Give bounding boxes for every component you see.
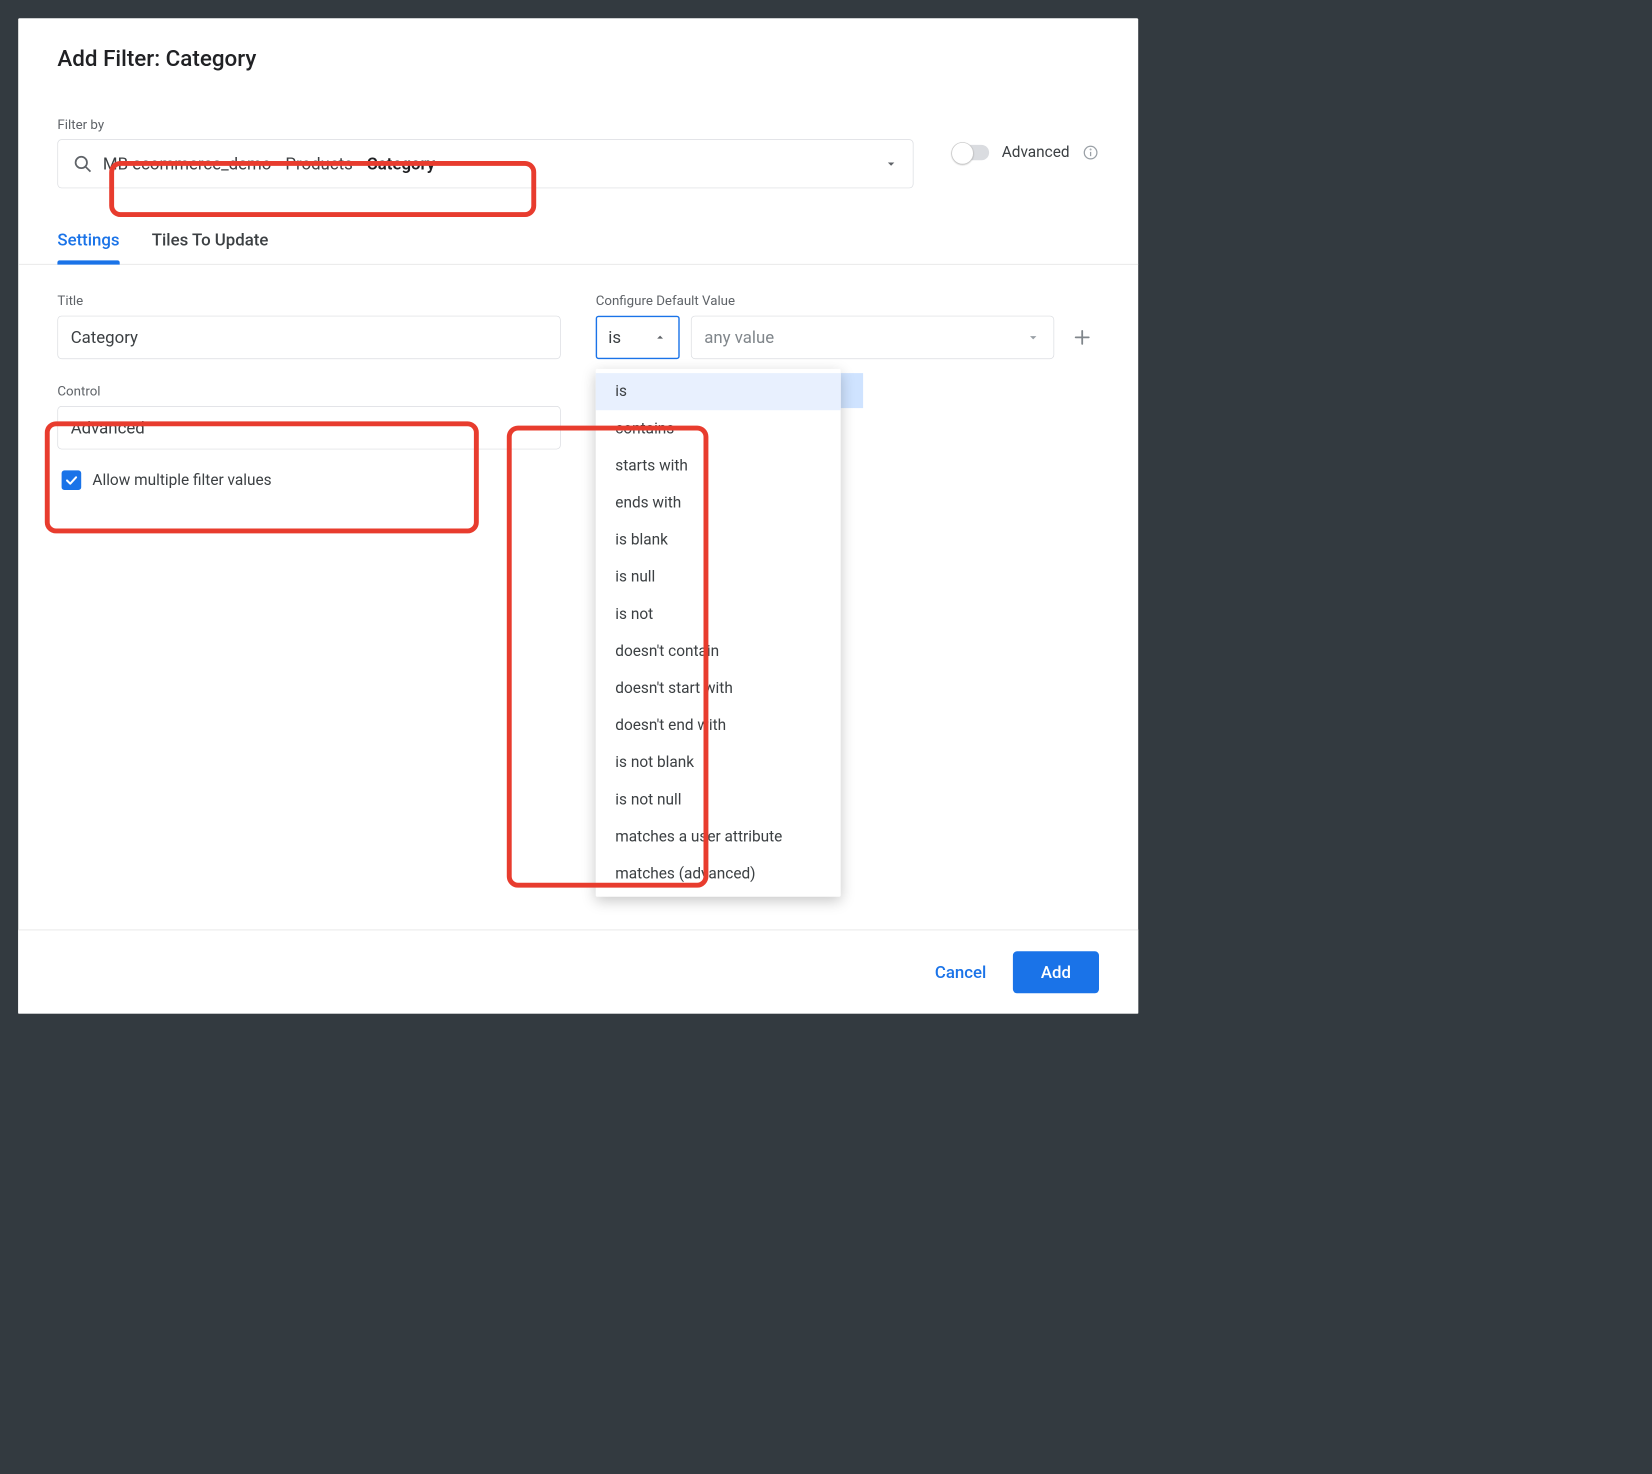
info-icon[interactable] bbox=[1082, 144, 1099, 161]
right-column: Configure Default Value is any value bbox=[596, 293, 1099, 360]
operator-option[interactable]: is not blank bbox=[596, 744, 841, 781]
operator-option[interactable]: ends with bbox=[596, 484, 841, 521]
title-input-value: Category bbox=[71, 328, 138, 348]
add-button[interactable]: Add bbox=[1013, 951, 1099, 993]
tabs: Settings Tiles To Update bbox=[18, 230, 1138, 264]
configure-default-value-label: Configure Default Value bbox=[596, 293, 1099, 309]
operator-option[interactable]: is not bbox=[596, 596, 841, 633]
operator-select[interactable]: is bbox=[596, 316, 680, 359]
title-label: Title bbox=[57, 293, 560, 309]
tab-settings[interactable]: Settings bbox=[57, 230, 119, 264]
add-condition-button[interactable] bbox=[1065, 321, 1099, 355]
left-column: Title Category Control Advanced Allow mu… bbox=[57, 293, 560, 490]
caret-down-icon bbox=[1026, 330, 1041, 345]
operator-option[interactable]: is null bbox=[596, 559, 841, 596]
control-label: Control bbox=[57, 383, 560, 399]
cancel-button[interactable]: Cancel bbox=[935, 962, 986, 982]
filter-by-row: Filter by MB ecommerce_demo • Products •… bbox=[18, 116, 1138, 188]
advanced-toggle-block: Advanced bbox=[953, 144, 1099, 162]
default-value-row: is any value iscontainsstarts withends w… bbox=[596, 316, 1099, 359]
search-icon bbox=[72, 153, 93, 174]
operator-option[interactable]: is bbox=[596, 373, 841, 410]
value-select[interactable]: any value bbox=[691, 316, 1054, 359]
operator-option[interactable]: doesn't start with bbox=[596, 670, 841, 707]
operator-option[interactable]: starts with bbox=[596, 447, 841, 484]
filter-by-label: Filter by bbox=[57, 116, 913, 132]
filter-by-path-field: Category bbox=[367, 154, 435, 174]
operator-option[interactable]: is blank bbox=[596, 522, 841, 559]
operator-option[interactable]: is not null bbox=[596, 781, 841, 818]
operator-select-value: is bbox=[608, 328, 621, 348]
caret-down-icon bbox=[532, 420, 547, 435]
control-select[interactable]: Advanced bbox=[57, 406, 560, 449]
filter-by-path: MB ecommerce_demo • Products • Category bbox=[103, 154, 884, 174]
add-filter-dialog: Add Filter: Category Filter by MB ecomme… bbox=[18, 18, 1138, 1013]
operator-dropdown: iscontainsstarts withends withis blankis… bbox=[596, 369, 841, 897]
filter-by-column: Filter by MB ecommerce_demo • Products •… bbox=[57, 116, 913, 188]
value-select-placeholder: any value bbox=[704, 328, 774, 348]
operator-option[interactable]: matches a user attribute bbox=[596, 818, 841, 855]
operator-option[interactable]: doesn't contain bbox=[596, 633, 841, 670]
operator-option[interactable]: doesn't end with bbox=[596, 707, 841, 744]
filter-by-select[interactable]: MB ecommerce_demo • Products • Category bbox=[57, 139, 913, 188]
allow-multiple-label: Allow multiple filter values bbox=[92, 471, 271, 489]
settings-body: Title Category Control Advanced Allow mu… bbox=[18, 265, 1138, 490]
advanced-toggle-label: Advanced bbox=[1002, 144, 1070, 162]
control-select-value: Advanced bbox=[71, 418, 145, 438]
operator-option[interactable]: matches (advanced) bbox=[596, 855, 841, 892]
advanced-toggle[interactable] bbox=[953, 145, 989, 160]
tab-tiles-to-update[interactable]: Tiles To Update bbox=[152, 230, 269, 264]
title-input[interactable]: Category bbox=[57, 316, 560, 359]
filter-by-path-prefix: MB ecommerce_demo • Products • bbox=[103, 154, 367, 174]
dialog-footer: Cancel Add bbox=[18, 930, 1138, 1014]
caret-down-icon bbox=[883, 156, 898, 171]
allow-multiple-row: Allow multiple filter values bbox=[57, 470, 560, 490]
caret-up-icon bbox=[653, 330, 667, 344]
selection-strip bbox=[841, 373, 863, 408]
allow-multiple-checkbox[interactable] bbox=[62, 470, 82, 490]
operator-option[interactable]: contains bbox=[596, 410, 841, 447]
dialog-title: Add Filter: Category bbox=[18, 18, 1138, 71]
